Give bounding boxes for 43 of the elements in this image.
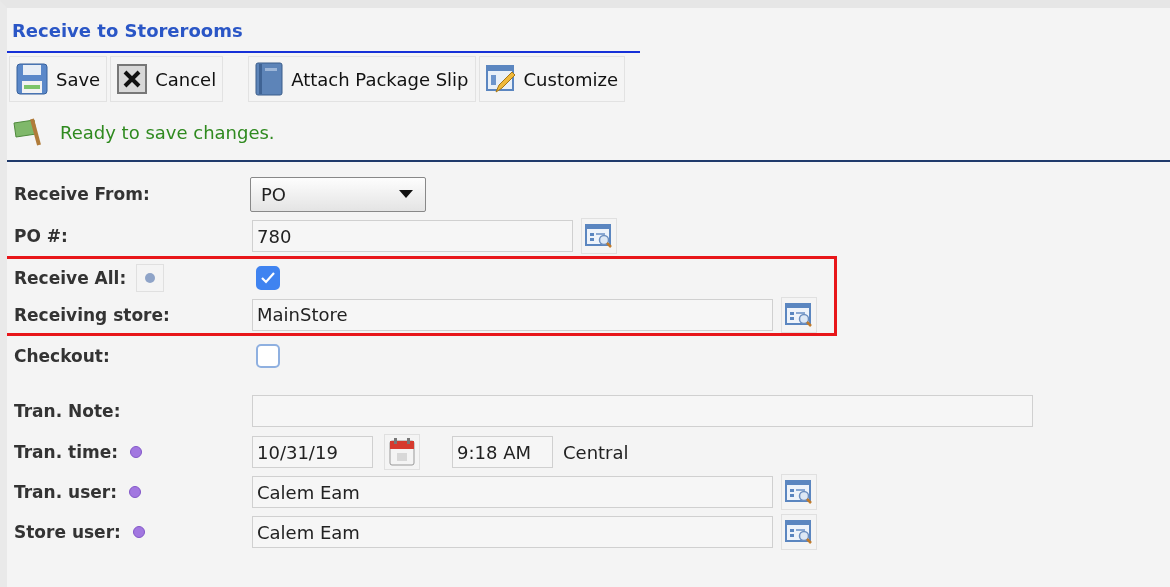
dropdown[interactable]: PO [250, 176, 426, 212]
calendar-button[interactable] [384, 434, 420, 470]
lookup-icon [785, 301, 813, 328]
check-icon [260, 270, 276, 285]
page-title: Receive to Storerooms [7, 8, 640, 53]
toolbar-button[interactable]: Save [9, 56, 108, 102]
toolbar-button[interactable]: Attach Package Slip [248, 56, 476, 102]
input-field[interactable]: MainStore [252, 298, 773, 331]
checkbox[interactable] [256, 265, 280, 290]
lookup-icon [785, 479, 813, 505]
input-field[interactable]: 780 [252, 220, 573, 252]
lookup-button[interactable] [581, 218, 617, 254]
flag-icon [12, 117, 42, 147]
lookup-button[interactable] [781, 296, 817, 333]
toolbar-button[interactable]: Cancel [110, 56, 224, 102]
book-icon [255, 62, 284, 96]
lookup-icon [585, 223, 613, 249]
field-label: PO #: [14, 226, 68, 246]
field-label: Store user: [14, 522, 121, 542]
lookup-button[interactable] [781, 514, 817, 550]
info-icon[interactable] [136, 263, 165, 292]
input-field[interactable]: Calem Eam [252, 476, 773, 508]
field-label: Tran. Note: [14, 401, 121, 421]
edit-window-icon [485, 64, 516, 94]
lookup-button[interactable] [781, 474, 817, 510]
close-icon [117, 64, 148, 94]
caret-icon [399, 190, 413, 198]
field-label: Tran. time: [14, 442, 119, 462]
date-field[interactable]: 10/31/19 [252, 436, 373, 468]
status-message: Ready to save changes. [60, 121, 275, 143]
checkbox[interactable] [256, 344, 280, 368]
calendar-icon [389, 438, 415, 466]
lookup-icon [785, 519, 813, 545]
field-label: Tran. user: [14, 482, 117, 502]
field-label: Receive All: [14, 267, 127, 288]
input-field[interactable] [252, 395, 1033, 427]
input-field[interactable]: Calem Eam [252, 516, 773, 548]
toolbar-button[interactable]: Customize [478, 56, 625, 102]
field-label: Receive From: [14, 184, 150, 204]
field-label: Receiving store: [14, 304, 170, 325]
time-field[interactable]: 9:18 AM [452, 436, 553, 468]
field-label: Checkout: [14, 346, 110, 366]
time-zone: Central [563, 441, 629, 463]
